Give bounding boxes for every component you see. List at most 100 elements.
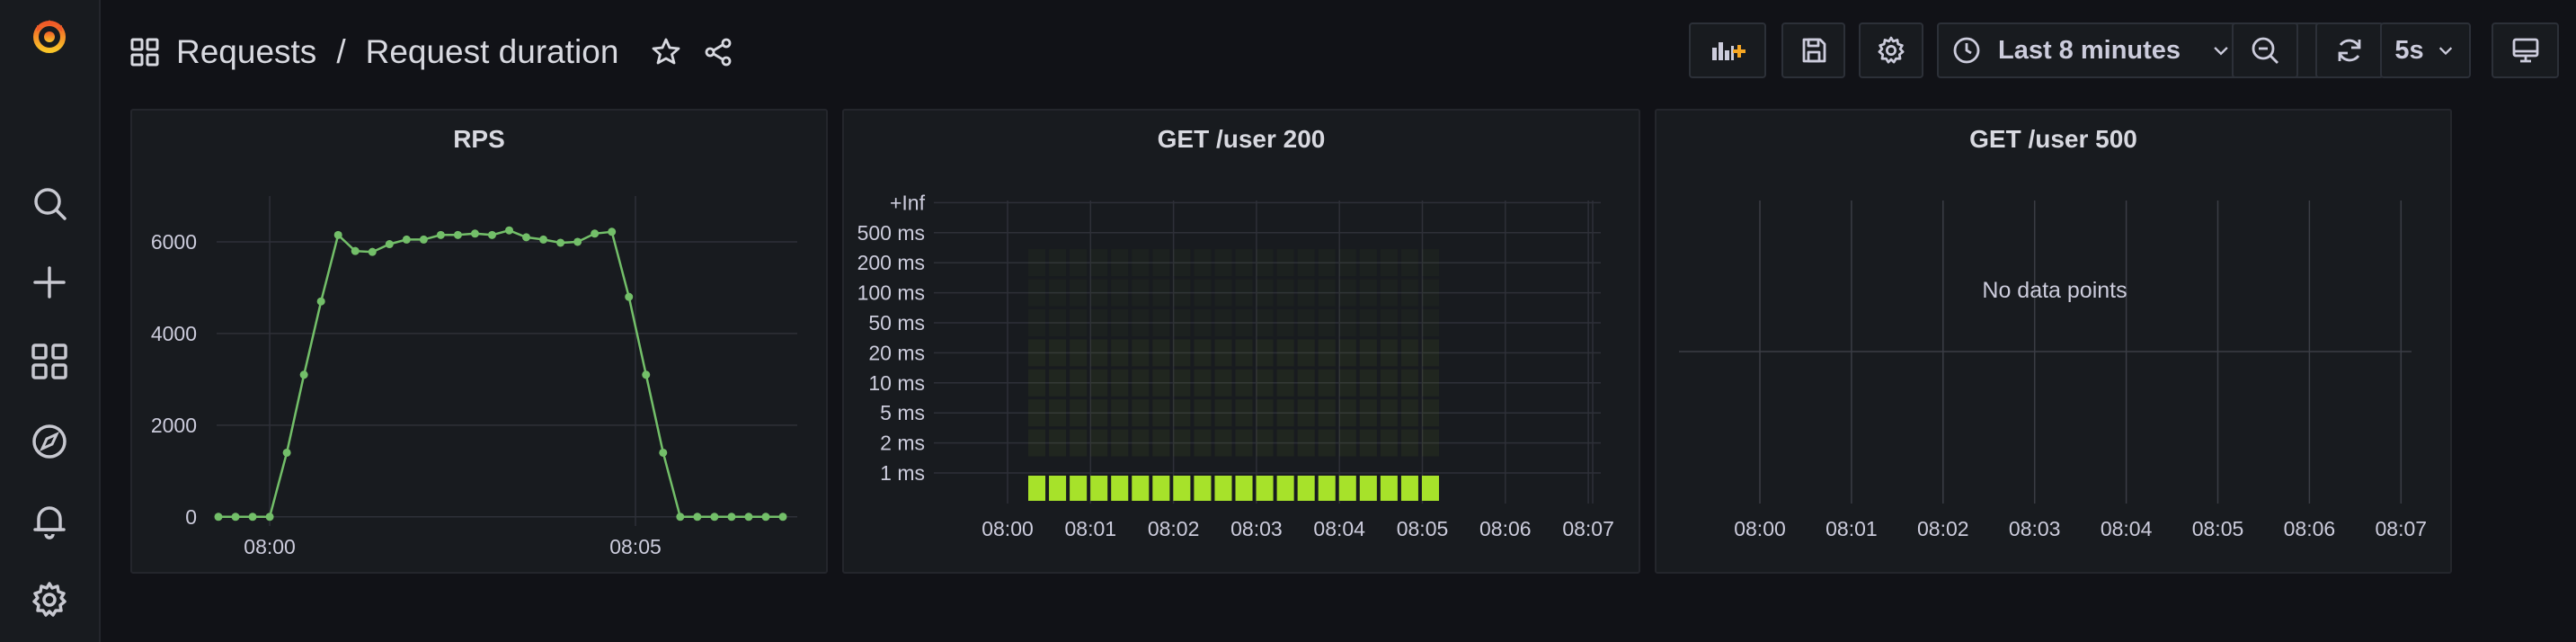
heatmap-cell <box>1194 339 1212 367</box>
heatmap-cell <box>1070 339 1088 367</box>
bucket-label: +Inf <box>890 191 926 214</box>
dashboards-icon[interactable] <box>26 338 73 385</box>
heatmap-cell <box>1360 309 1377 336</box>
x-tick-label: 08:04 <box>2101 517 2153 540</box>
refresh-button[interactable] <box>2315 22 2384 78</box>
heatmap-cell <box>1111 309 1128 336</box>
heatmap-cell-1ms <box>1070 476 1088 501</box>
heatmap-cell <box>1090 280 1107 307</box>
share-icon[interactable] <box>703 37 733 67</box>
heatmap-cell <box>1214 339 1232 367</box>
heatmap-cell-1ms <box>1132 476 1150 501</box>
rps-data-point <box>487 230 496 239</box>
heatmap-cell <box>1194 309 1211 336</box>
heatmap-cell <box>1173 309 1190 336</box>
grafana-logo-icon[interactable] <box>26 13 73 59</box>
heatmap-cell <box>1049 249 1066 276</box>
heatmap-cell <box>1400 399 1418 427</box>
rps-data-point <box>333 230 342 239</box>
panel-get-user-500[interactable]: GET /user 500 08:00 08:01 08:02 08:03 08:04 0… <box>1655 109 2452 574</box>
y-tick-label: 0 <box>185 505 197 529</box>
rps-data-point <box>351 246 360 255</box>
heatmap-cell-1ms <box>1380 476 1398 501</box>
heatmap-cell <box>1132 339 1150 367</box>
panel-get-user-200[interactable]: GET /user 200 1 ms 2 ms 5 ms 10 ms 20 ms 50 m… <box>842 109 1640 574</box>
rps-data-point <box>710 513 719 522</box>
rps-data-point <box>591 229 600 238</box>
rps-data-point <box>642 370 651 379</box>
heatmap-cell <box>1277 249 1294 276</box>
alerting-icon[interactable] <box>26 497 73 544</box>
plus-icon[interactable] <box>26 259 73 306</box>
breadcrumb-folder-link[interactable]: Requests <box>176 33 316 71</box>
rps-data-point <box>676 513 685 522</box>
heatmap-cell-1ms <box>1111 476 1129 501</box>
heatmap-cell <box>1194 280 1211 307</box>
heatmap-cell <box>1338 429 1356 457</box>
heatmap-cell <box>1422 309 1439 336</box>
rps-data-point <box>470 229 479 238</box>
heatmap-cell <box>1152 249 1169 276</box>
heatmap-cell <box>1214 280 1231 307</box>
rps-data-point <box>282 448 291 457</box>
heatmap-cell <box>1132 249 1149 276</box>
x-tick-label: 08:05 <box>1397 517 1449 540</box>
heatmap-cell-1ms <box>1049 476 1067 501</box>
time-range-label: Last 8 minutes <box>1998 35 2181 65</box>
zoom-out-button[interactable] <box>2232 22 2298 78</box>
x-tick-label: 08:06 <box>1479 517 1532 540</box>
rps-data-point <box>299 370 308 379</box>
heatmap-cell <box>1400 369 1418 397</box>
heatmap-cell <box>1049 280 1066 307</box>
star-icon[interactable] <box>651 37 681 67</box>
heatmap-cell <box>1380 339 1398 367</box>
heatmap-cell <box>1111 280 1128 307</box>
rps-data-point <box>505 226 514 235</box>
bucket-label: 1 ms <box>880 461 925 485</box>
heatmap-cell <box>1028 429 1046 457</box>
heatmap-cell <box>1298 280 1315 307</box>
add-panel-button[interactable] <box>1689 22 1766 78</box>
heatmap-cell <box>1401 280 1418 307</box>
heatmap-cell <box>1338 369 1356 397</box>
heatmap-cell <box>1028 280 1045 307</box>
heatmap-cell <box>1297 399 1315 427</box>
heatmap-cell <box>1339 309 1356 336</box>
rps-data-point <box>522 233 531 242</box>
heatmap-cell <box>1359 369 1377 397</box>
heatmap-cell <box>1214 369 1232 397</box>
save-dashboard-button[interactable] <box>1781 22 1845 78</box>
bucket-label: 5 ms <box>880 401 925 424</box>
dashboard-settings-button[interactable] <box>1859 22 1923 78</box>
heatmap-cell <box>1194 399 1212 427</box>
rps-data-point <box>385 240 394 249</box>
heatmap-cell <box>1173 280 1190 307</box>
heatmap-cell <box>1277 309 1294 336</box>
x-tick-label: 08:05 <box>2192 517 2244 540</box>
x-tick-label: 08:07 <box>1562 517 1614 540</box>
x-tick-label: 08:03 <box>1230 517 1283 540</box>
heatmap-cell <box>1132 369 1150 397</box>
dashboard-title[interactable]: Request duration <box>366 33 619 71</box>
heatmap-cell <box>1070 249 1087 276</box>
add-panel-icon <box>1712 42 1745 60</box>
bucket-label: 100 ms <box>857 281 925 305</box>
heatmap-cell <box>1235 399 1253 427</box>
search-icon[interactable] <box>26 180 73 227</box>
heatmap-cell <box>1090 309 1107 336</box>
dashboard-grid-icon <box>130 38 159 67</box>
panel-rps[interactable]: RPS 0 2000 4000 6000 08:00 08:05 <box>130 109 828 574</box>
heatmap-cell <box>1028 309 1045 336</box>
bucket-label: 200 ms <box>857 251 925 274</box>
rps-data-point <box>436 230 445 239</box>
heatmap-cell <box>1421 429 1439 457</box>
heatmap-cell <box>1318 429 1336 457</box>
heatmap-cell-1ms <box>1028 476 1046 501</box>
refresh-interval-picker[interactable]: 5s <box>2380 22 2471 78</box>
explore-icon[interactable] <box>26 418 73 465</box>
gear-icon[interactable] <box>26 576 73 623</box>
rps-data-point <box>214 513 223 522</box>
cycle-view-mode-button[interactable] <box>2492 22 2559 78</box>
x-tick-label: 08:04 <box>1313 517 1365 540</box>
heatmap-cell <box>1297 339 1315 367</box>
